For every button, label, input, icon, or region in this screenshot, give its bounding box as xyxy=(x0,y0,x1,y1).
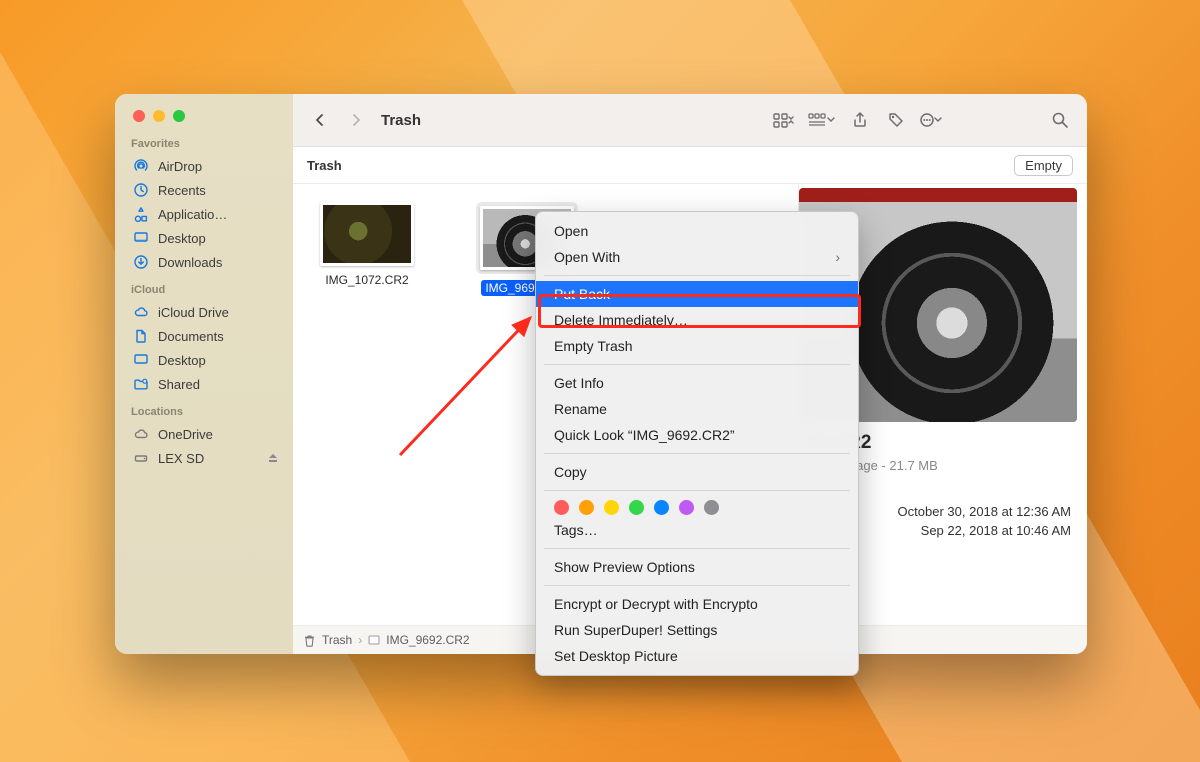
menu-tag-colors xyxy=(536,496,858,517)
sidebar-item-label: Desktop xyxy=(158,231,283,246)
airdrop-icon xyxy=(133,158,149,174)
file-icon xyxy=(368,634,380,646)
sidebar-item-label: OneDrive xyxy=(158,427,283,442)
window-title: Trash xyxy=(381,112,421,129)
file-name-label: IMG_1072.CR2 xyxy=(321,272,412,288)
tag-red[interactable] xyxy=(554,500,569,515)
view-icons-button[interactable] xyxy=(771,106,797,134)
zoom-window-button[interactable] xyxy=(173,110,185,122)
menu-separator xyxy=(544,453,850,454)
tag-purple[interactable] xyxy=(679,500,694,515)
file-item[interactable]: IMG_1072.CR2 xyxy=(307,202,427,288)
sidebar-item-onedrive[interactable]: OneDrive xyxy=(131,422,283,446)
tags-button[interactable] xyxy=(883,106,909,134)
sidebar-item-label: AirDrop xyxy=(158,159,283,174)
tag-green[interactable] xyxy=(629,500,644,515)
cloud-icon xyxy=(133,426,149,442)
tag-gray[interactable] xyxy=(704,500,719,515)
sidebar-item-shared[interactable]: Shared xyxy=(131,372,283,396)
sidebar-section-locations: Locations xyxy=(131,406,293,418)
sidebar-item-documents[interactable]: Documents xyxy=(131,324,283,348)
context-menu: Open Open With› Put Back Delete Immediat… xyxy=(535,211,859,676)
shared-folder-icon xyxy=(133,376,149,392)
sidebar-item-downloads[interactable]: Downloads xyxy=(131,250,283,274)
close-window-button[interactable] xyxy=(133,110,145,122)
back-button[interactable] xyxy=(307,106,333,134)
search-button[interactable] xyxy=(1047,106,1073,134)
tag-orange[interactable] xyxy=(579,500,594,515)
menu-item-rename[interactable]: Rename xyxy=(536,396,858,422)
chevron-right-icon: › xyxy=(358,633,362,647)
sidebar-item-label: Documents xyxy=(158,329,283,344)
file-thumbnail xyxy=(320,202,414,266)
menu-item-set-desktop-picture[interactable]: Set Desktop Picture xyxy=(536,643,858,669)
menu-separator xyxy=(544,548,850,549)
sidebar-section-icloud: iCloud xyxy=(131,284,293,296)
disk-icon xyxy=(133,450,149,466)
empty-trash-button[interactable]: Empty xyxy=(1014,155,1073,176)
sidebar-item-label: iCloud Drive xyxy=(158,305,283,320)
path-segment[interactable]: IMG_9692.CR2 xyxy=(386,633,469,647)
sidebar-item-label: Desktop xyxy=(158,353,283,368)
menu-separator xyxy=(544,364,850,365)
desktop-icon xyxy=(133,352,149,368)
document-icon xyxy=(133,328,149,344)
menu-item-delete-immediately[interactable]: Delete Immediately… xyxy=(536,307,858,333)
minimize-window-button[interactable] xyxy=(153,110,165,122)
menu-item-put-back[interactable]: Put Back xyxy=(536,281,858,307)
window-controls xyxy=(133,110,293,122)
menu-item-open-with[interactable]: Open With› xyxy=(536,244,858,270)
menu-separator xyxy=(544,490,850,491)
menu-separator xyxy=(544,275,850,276)
sidebar-item-lex-sd[interactable]: LEX SD xyxy=(131,446,283,470)
location-title: Trash xyxy=(307,158,342,173)
forward-button[interactable] xyxy=(343,106,369,134)
menu-item-encrypto[interactable]: Encrypt or Decrypt with Encrypto xyxy=(536,591,858,617)
chevron-right-icon: › xyxy=(835,249,840,265)
menu-item-copy[interactable]: Copy xyxy=(536,459,858,485)
sidebar-item-desktop-icloud[interactable]: Desktop xyxy=(131,348,283,372)
menu-item-show-preview-options[interactable]: Show Preview Options xyxy=(536,554,858,580)
tag-yellow[interactable] xyxy=(604,500,619,515)
menu-item-superduper[interactable]: Run SuperDuper! Settings xyxy=(536,617,858,643)
share-button[interactable] xyxy=(847,106,873,134)
sidebar: Favorites AirDrop Recents Applicatio… De… xyxy=(115,94,293,654)
sidebar-item-label: Recents xyxy=(158,183,283,198)
location-bar: Trash Empty xyxy=(293,147,1087,184)
path-segment[interactable]: Trash xyxy=(322,633,352,647)
eject-icon[interactable] xyxy=(267,452,279,464)
sidebar-item-recents[interactable]: Recents xyxy=(131,178,283,202)
menu-separator xyxy=(544,585,850,586)
sidebar-item-label: Applicatio… xyxy=(158,207,283,222)
desktop-wallpaper: Favorites AirDrop Recents Applicatio… De… xyxy=(0,0,1200,762)
sidebar-item-label: Downloads xyxy=(158,255,283,270)
group-button[interactable] xyxy=(807,106,837,134)
toolbar: Trash xyxy=(293,94,1087,147)
sidebar-item-desktop[interactable]: Desktop xyxy=(131,226,283,250)
sidebar-item-icloud-drive[interactable]: iCloud Drive xyxy=(131,300,283,324)
trash-icon xyxy=(303,634,316,647)
download-icon xyxy=(133,254,149,270)
sidebar-item-airdrop[interactable]: AirDrop xyxy=(131,154,283,178)
sidebar-section-favorites: Favorites xyxy=(131,138,293,150)
menu-item-tags[interactable]: Tags… xyxy=(536,517,858,543)
menu-item-get-info[interactable]: Get Info xyxy=(536,370,858,396)
action-menu-button[interactable] xyxy=(919,106,945,134)
sidebar-item-label: LEX SD xyxy=(158,451,258,466)
menu-item-empty-trash[interactable]: Empty Trash xyxy=(536,333,858,359)
desktop-icon xyxy=(133,230,149,246)
cloud-icon xyxy=(133,304,149,320)
tag-blue[interactable] xyxy=(654,500,669,515)
apps-icon xyxy=(133,206,149,222)
menu-item-open[interactable]: Open xyxy=(536,218,858,244)
menu-item-quick-look[interactable]: Quick Look “IMG_9692.CR2” xyxy=(536,422,858,448)
sidebar-item-applications[interactable]: Applicatio… xyxy=(131,202,283,226)
sidebar-item-label: Shared xyxy=(158,377,283,392)
clock-icon xyxy=(133,182,149,198)
